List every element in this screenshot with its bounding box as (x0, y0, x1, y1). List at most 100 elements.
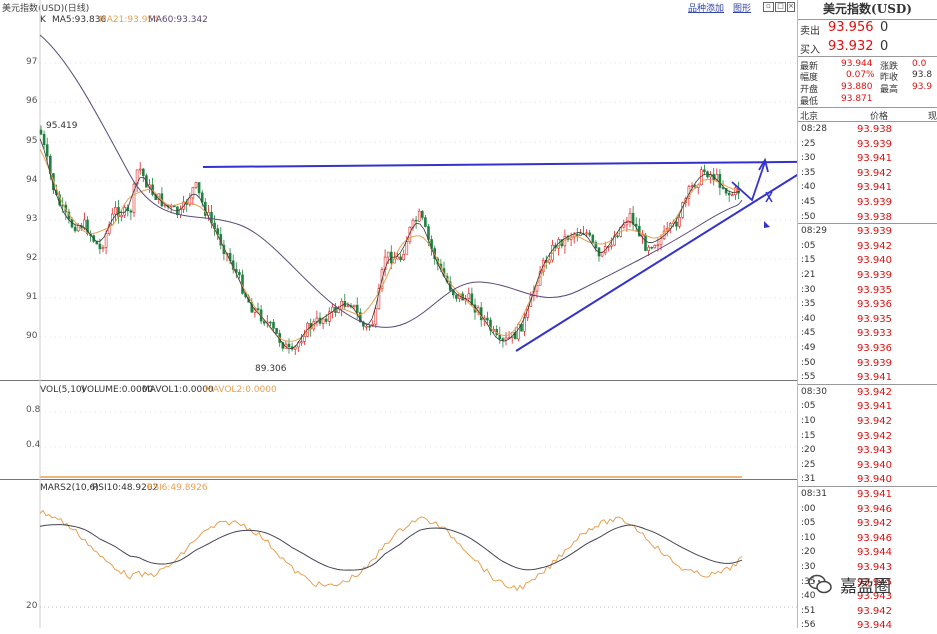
watermark-text: 嘉盈圈 (840, 577, 891, 597)
tick-price: 93.939 (857, 226, 892, 238)
candle-body (386, 251, 390, 258)
candle-body (104, 233, 108, 248)
candle-body (675, 221, 678, 227)
candle-body (641, 234, 644, 237)
candle-body (616, 235, 619, 238)
tick-row: :05 93.941 (798, 399, 937, 415)
tick-time: :51 (801, 605, 816, 616)
candle-body (98, 243, 102, 250)
tick-row: :50 93.939 (798, 356, 937, 372)
tick-price: 93.942 (857, 430, 892, 442)
candle-body (138, 168, 142, 171)
tick-price: 93.946 (857, 532, 892, 544)
ma5-line (39, 138, 741, 350)
tick-price: 93.939 (857, 270, 892, 281)
tick-time: :15 (801, 255, 816, 266)
tick-time: :55 (801, 372, 816, 383)
tick-time: :05 (801, 518, 816, 529)
tick-row: :40 93.935 (798, 312, 937, 328)
tick-price: 93.942 (857, 240, 892, 252)
chart-area[interactable]: 美元指数(USD)(日线) 品种添加 图形 ▫ □ × K MA5:93.836… (0, 0, 798, 628)
candle-body (368, 325, 371, 328)
tick-price: 93.942 (857, 605, 892, 617)
tick-time: :30 (801, 153, 816, 164)
candle-body (355, 304, 359, 313)
high-value: 93.9 (912, 82, 933, 92)
candle-body (504, 337, 508, 341)
tick-row: :35 93.942 (798, 166, 937, 182)
tick-time: :15 (801, 430, 816, 441)
low-label: 最低 (800, 97, 819, 107)
tick-time: 08:31 (801, 489, 827, 499)
candle-body (275, 328, 278, 334)
buy-price: 93.932 (828, 39, 874, 54)
candle-body (194, 182, 198, 188)
candle-body (610, 244, 613, 247)
tick-time: :50 (801, 357, 816, 368)
quote-title: 美元指数(USD) (798, 0, 937, 20)
tick-time: :20 (801, 547, 816, 558)
tick-time: :25 (801, 459, 816, 470)
tick-time: :20 (801, 445, 816, 456)
candle-body (501, 338, 505, 341)
tick-row: :51 93.942 (798, 604, 937, 620)
tick-row: :10 93.946 (798, 531, 937, 547)
buy-label: 买入 (800, 45, 820, 56)
tick-row: 08:30 93.942 (798, 385, 937, 401)
candle-body (420, 210, 424, 218)
candle-body (703, 169, 706, 173)
candle-body (352, 304, 356, 307)
tick-time: :40 (801, 313, 816, 324)
candle-body (287, 343, 291, 348)
candle-body (575, 234, 579, 236)
tick-time: 08:29 (801, 226, 827, 237)
latest-value: 93.944 (841, 59, 873, 69)
tick-row: :15 93.942 (798, 429, 937, 445)
tick-time: :40 (801, 182, 816, 193)
ma21-line (39, 148, 741, 342)
candle-body (101, 247, 105, 250)
candle-body (374, 308, 378, 325)
tick-time: :49 (801, 343, 816, 353)
tick-row: :56 93.944 (798, 618, 937, 634)
tick-time: :45 (801, 328, 816, 339)
tick-row: :49 93.936 (798, 341, 937, 357)
candle-body (730, 194, 734, 196)
divider (798, 107, 937, 108)
candle-body (39, 129, 43, 135)
tick-time: :30 (801, 562, 816, 572)
candle-body (486, 317, 489, 321)
tick-time: :56 (801, 620, 816, 631)
amp-value: 0.07% (846, 70, 875, 80)
tick-price: 93.941 (857, 153, 892, 165)
price-chart[interactable] (0, 0, 797, 628)
candle-body (647, 246, 650, 251)
candle-body (365, 325, 368, 328)
candle-body (656, 244, 660, 247)
candle-body (303, 336, 306, 342)
tick-time: :31 (801, 474, 816, 485)
tick-price: 93.938 (857, 124, 892, 135)
tick-row: :05 93.942 (798, 516, 937, 532)
tick-time: :50 (801, 211, 816, 222)
candle-body (95, 241, 99, 245)
tick-time: :45 (801, 197, 816, 207)
candle-body (405, 241, 409, 255)
candle-body (42, 133, 46, 145)
tick-price: 93.942 (857, 416, 892, 427)
divider (798, 121, 937, 122)
support-line (515, 173, 797, 352)
candle-body (455, 294, 458, 299)
tick-row: :35 93.936 (798, 297, 937, 313)
tick-price: 93.933 (857, 328, 892, 340)
resistance-line (202, 160, 797, 168)
divider (798, 486, 937, 487)
tick-row: :21 93.939 (798, 268, 937, 284)
tick-price: 93.941 (857, 372, 892, 384)
tick-time: :25 (801, 138, 816, 149)
candle-body (396, 256, 399, 260)
tick-row: :25 93.940 (798, 458, 937, 474)
tick-time: :10 (801, 532, 816, 543)
sell-price: 93.956 (828, 20, 874, 35)
tick-price: 93.946 (857, 503, 892, 515)
